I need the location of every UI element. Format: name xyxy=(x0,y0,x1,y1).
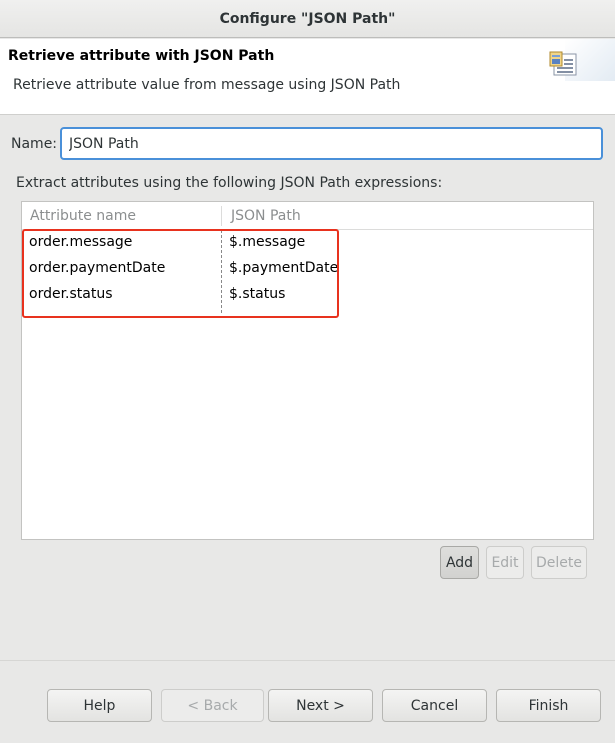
window-titlebar: Configure "JSON Path" xyxy=(0,0,615,38)
cell-attribute-name: order.paymentDate xyxy=(29,260,166,276)
cell-json-path: $.status xyxy=(229,286,286,302)
table-row[interactable]: order.status $.status xyxy=(22,282,342,308)
finish-button[interactable]: Finish xyxy=(496,689,601,722)
help-button[interactable]: Help xyxy=(47,689,152,722)
name-input[interactable] xyxy=(60,127,603,160)
column-divider[interactable] xyxy=(221,206,222,226)
delete-button[interactable]: Delete xyxy=(531,546,587,579)
back-button[interactable]: < Back xyxy=(161,689,264,722)
column-header-json-path[interactable]: JSON Path xyxy=(231,208,301,224)
footer-divider xyxy=(0,660,615,661)
edit-button[interactable]: Edit xyxy=(486,546,524,579)
header-description: Retrieve attribute value from message us… xyxy=(13,77,401,93)
name-label: Name: xyxy=(11,136,58,152)
cancel-button[interactable]: Cancel xyxy=(382,689,487,722)
attributes-table[interactable]: Attribute name JSON Path order.message $… xyxy=(21,201,594,540)
window-title: Configure "JSON Path" xyxy=(219,10,396,27)
add-button[interactable]: Add xyxy=(440,546,479,579)
form-icon xyxy=(549,51,577,76)
column-header-attribute-name[interactable]: Attribute name xyxy=(30,208,136,224)
header-title: Retrieve attribute with JSON Path xyxy=(8,48,275,64)
table-row[interactable]: order.message $.message xyxy=(22,230,342,256)
table-header: Attribute name JSON Path xyxy=(22,202,593,230)
cell-json-path: $.message xyxy=(229,234,306,250)
cell-attribute-name: order.message xyxy=(29,234,133,250)
next-button[interactable]: Next > xyxy=(268,689,373,722)
table-label: Extract attributes using the following J… xyxy=(16,175,443,191)
cell-attribute-name: order.status xyxy=(29,286,113,302)
cell-json-path: $.paymentDate xyxy=(229,260,339,276)
table-row[interactable]: order.paymentDate $.paymentDate xyxy=(22,256,342,282)
wizard-header: Retrieve attribute with JSON Path Retrie… xyxy=(0,39,615,115)
